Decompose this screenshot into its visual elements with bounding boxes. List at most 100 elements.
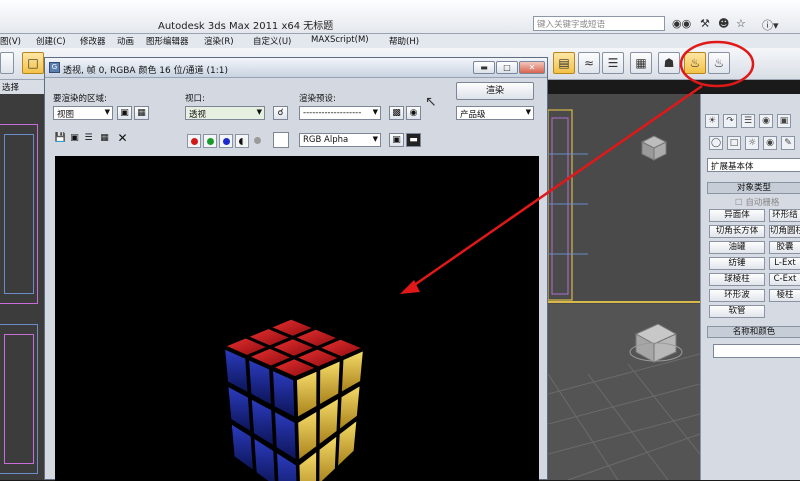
render-setup-button[interactable]: ☗	[658, 52, 680, 74]
channel-display-icon[interactable]: ▣	[389, 133, 404, 147]
menu-item-help[interactable]: 帮助(H)	[389, 35, 419, 47]
chevron-down-icon: ▼	[372, 108, 378, 116]
toolbar-button[interactable]	[0, 52, 14, 74]
lights-icon[interactable]: ☼	[745, 136, 759, 150]
alpha-channel-toggle[interactable]	[235, 134, 249, 148]
viewport-label: 视口:	[185, 94, 205, 104]
object-button[interactable]: 球棱柱	[709, 273, 765, 286]
channel-dropdown[interactable]: RGB Alpha ▼	[299, 133, 381, 147]
maximize-button[interactable]: □	[496, 61, 518, 74]
copy-image-icon[interactable]: ▣	[67, 132, 82, 146]
cube-sticker-yellow	[297, 410, 318, 461]
category-dropdown[interactable]: 扩展基本体	[707, 158, 800, 172]
render-setup-icon[interactable]: ▩	[389, 106, 404, 120]
object-type-rollout[interactable]: 对象类型	[707, 182, 800, 194]
autogrid-label: 自动栅格	[745, 198, 780, 208]
object-button[interactable]: C-Ext	[769, 273, 800, 286]
schematic-view-button[interactable]: ☰	[602, 52, 624, 74]
command-panel: ☀ ↷ ☰ ◉ ▣ ◯ □ ☼ ◉ ✎ 扩展基本体 对象类型 ☐ 自动栅格 异面…	[700, 94, 800, 480]
geometry-icon[interactable]: ◯	[709, 136, 723, 150]
cube-sticker-yellow	[295, 370, 318, 419]
viewport-right[interactable]	[548, 94, 700, 480]
menu-item-animation[interactable]: 动画	[117, 35, 134, 47]
object-button[interactable]: 异面体	[709, 209, 765, 222]
quality-dropdown[interactable]: 产品级 ▼	[456, 106, 534, 120]
cube-sticker-blue	[272, 369, 296, 419]
binoculars-icon[interactable]: ◉◉	[672, 17, 691, 30]
render-preset-dropdown[interactable]: ------------------- ▼	[299, 106, 381, 120]
object-button[interactable]: 切角长方体	[709, 225, 765, 238]
hierarchy-tab[interactable]: ☰	[741, 114, 755, 128]
green-channel-toggle[interactable]	[203, 134, 217, 148]
display-tab[interactable]: ▣	[777, 114, 791, 128]
cube-sticker-yellow	[318, 360, 341, 406]
object-button[interactable]: L-Ext	[769, 257, 800, 270]
render-preset-label: 渲染预设:	[299, 94, 336, 104]
object-button[interactable]: 纺锤	[709, 257, 765, 270]
chevron-down-icon: ▼	[256, 108, 262, 116]
render-window-titlebar[interactable]: G 透视, 帧 0, RGBA 颜色 16 位/通道 (1:1) ▬ □ ✕	[45, 58, 547, 78]
curve-editor-button[interactable]: ≈	[578, 52, 600, 74]
help-icon[interactable]: ⓘ▾	[762, 17, 779, 33]
menu-item-maxscript[interactable]: MAXScript(M)	[311, 35, 369, 45]
save-image-icon[interactable]: 💾	[53, 132, 68, 146]
color-swatch[interactable]	[273, 132, 289, 148]
mono-toggle[interactable]	[251, 134, 265, 148]
wireframe-object	[4, 134, 34, 294]
blue-channel-toggle[interactable]	[219, 134, 233, 148]
object-button[interactable]: 棱柱	[769, 289, 800, 302]
autogrid-checkbox[interactable]: ☐ 自动栅格	[735, 196, 779, 208]
viewport-left[interactable]	[0, 94, 44, 480]
clone-window-icon[interactable]: ☰	[81, 132, 96, 146]
viewport-value: 透视	[189, 110, 207, 120]
print-icon[interactable]: ▦	[97, 132, 112, 146]
menu-item-graph-editors[interactable]: 图形编辑器	[146, 35, 189, 47]
edit-region-button[interactable]: ▣	[117, 106, 132, 120]
toggle-ui-overlay-icon[interactable]: ▬	[406, 133, 421, 147]
minimize-button[interactable]: ▬	[473, 61, 495, 74]
helpers-icon[interactable]: ✎	[781, 136, 795, 150]
name-color-rollout[interactable]: 名称和颜色	[707, 326, 800, 338]
user-icon[interactable]: ☻	[718, 17, 729, 30]
render-production-button[interactable]: ♨	[708, 52, 730, 74]
render-canvas[interactable]	[55, 156, 539, 481]
object-button[interactable]: 切角圆柱体	[769, 225, 800, 238]
create-tab[interactable]: ☀	[705, 114, 719, 128]
layer-button[interactable]: ▤	[553, 52, 575, 74]
lock-viewport-icon[interactable]: ☌	[273, 106, 288, 120]
search-input[interactable]: 键入关键字或短语	[533, 16, 665, 31]
cameras-icon[interactable]: ◉	[763, 136, 777, 150]
menu-item-customize[interactable]: 自定义(U)	[253, 35, 291, 47]
menu-item-create[interactable]: 创建(C)	[36, 35, 66, 47]
viewport-dropdown[interactable]: 透视 ▼	[185, 106, 265, 120]
environment-icon[interactable]: ◉	[406, 106, 421, 120]
object-button[interactable]: 环形波	[709, 289, 765, 302]
clear-icon[interactable]: ✕	[115, 132, 130, 146]
motion-tab[interactable]: ◉	[759, 114, 773, 128]
tools-icon[interactable]: ⚒	[700, 17, 710, 30]
chevron-down-icon: ▼	[372, 135, 378, 143]
menu-item-view[interactable]: 图(V)	[0, 35, 21, 47]
area-to-render-label: 要渲染的区域:	[53, 94, 107, 104]
material-editor-button[interactable]: ▦	[630, 52, 652, 74]
menu-item-rendering[interactable]: 渲染(R)	[204, 35, 234, 47]
modify-tab[interactable]: ↷	[723, 114, 737, 128]
auto-region-button[interactable]: ▦	[134, 106, 149, 120]
star-icon[interactable]: ☆	[736, 17, 746, 30]
rendered-frame-window-button[interactable]: ♨	[684, 52, 706, 74]
object-button[interactable]: 软管	[709, 305, 765, 318]
area-to-render-dropdown[interactable]: 视图 ▼	[53, 106, 113, 120]
object-name-input[interactable]	[713, 344, 800, 358]
select-object-button[interactable]: □	[22, 52, 44, 74]
viewport-wireframe-svg	[548, 109, 700, 480]
object-button[interactable]: 胶囊	[769, 241, 800, 254]
render-button[interactable]: 渲染	[456, 82, 534, 100]
object-button[interactable]: 环形结	[769, 209, 800, 222]
chevron-down-icon: ▼	[525, 108, 531, 116]
shapes-icon[interactable]: □	[727, 136, 741, 150]
menu-item-modifiers[interactable]: 修改器	[80, 35, 106, 47]
red-channel-toggle[interactable]	[187, 134, 201, 148]
close-button[interactable]: ✕	[519, 61, 545, 74]
render-preset-value: -------------------	[303, 108, 362, 118]
object-button[interactable]: 油罐	[709, 241, 765, 254]
